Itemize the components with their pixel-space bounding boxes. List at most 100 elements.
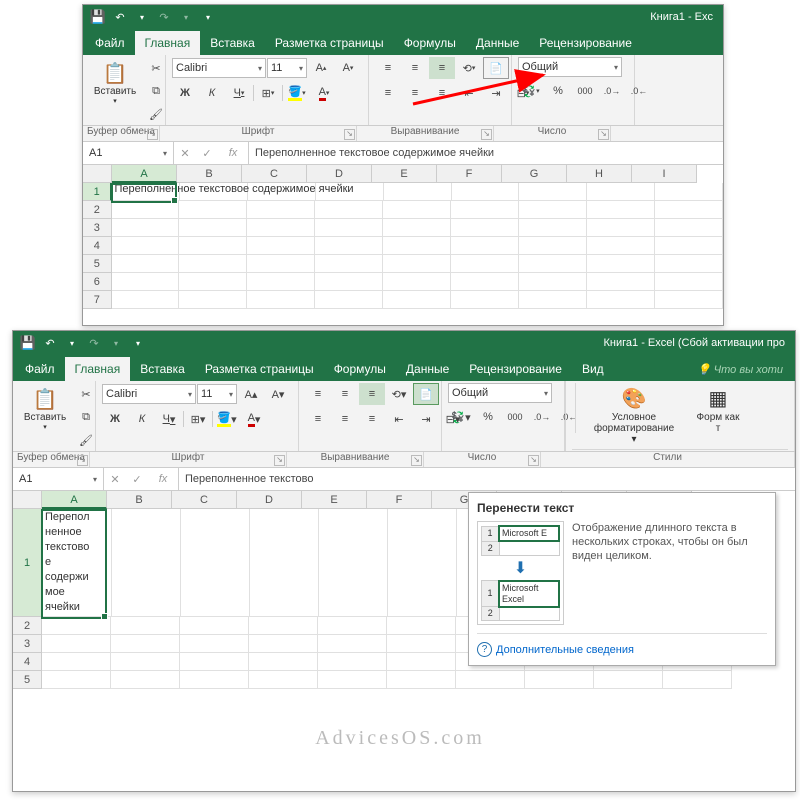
font-size-dropdown[interactable]: 11▾	[267, 58, 307, 78]
cell[interactable]	[519, 201, 587, 219]
tab-home[interactable]: Главная	[65, 357, 131, 381]
decrease-font-icon[interactable]: A▾	[335, 57, 361, 79]
col-header[interactable]: F	[367, 491, 432, 509]
cell[interactable]	[42, 653, 111, 671]
row-header[interactable]: 5	[13, 671, 42, 689]
select-all-corner[interactable]	[13, 491, 42, 509]
col-header[interactable]: G	[502, 165, 567, 183]
cell[interactable]	[383, 201, 451, 219]
launcher-icon[interactable]: ↘	[528, 455, 539, 466]
align-bottom-icon[interactable]: ≡	[429, 57, 455, 79]
cell[interactable]	[655, 291, 723, 309]
tab-home[interactable]: Главная	[135, 31, 201, 55]
align-center-icon[interactable]: ≡	[332, 408, 358, 430]
italic-button[interactable]: К	[199, 82, 225, 104]
cell[interactable]	[587, 219, 655, 237]
cell[interactable]	[655, 237, 723, 255]
cell[interactable]	[180, 653, 249, 671]
increase-font-icon[interactable]: A▴	[238, 383, 264, 405]
cell[interactable]	[387, 653, 456, 671]
cell[interactable]	[318, 635, 387, 653]
cell[interactable]	[112, 273, 180, 291]
cell[interactable]	[451, 291, 519, 309]
col-header[interactable]: C	[172, 491, 237, 509]
cell-a1[interactable]: Переполненное текстовое содержимое ячейк…	[112, 183, 180, 201]
decrease-indent-icon[interactable]: ⇤	[386, 408, 412, 430]
border-button[interactable]: ⊞▾	[255, 82, 281, 104]
tab-data[interactable]: Данные	[396, 357, 459, 381]
increase-font-icon[interactable]: A▴	[308, 57, 334, 79]
cell[interactable]	[318, 653, 387, 671]
cell[interactable]	[587, 183, 655, 201]
cell[interactable]	[387, 635, 456, 653]
cell[interactable]	[663, 671, 732, 689]
cell[interactable]	[315, 273, 383, 291]
align-bottom-icon[interactable]: ≡	[359, 383, 385, 405]
comma-icon[interactable]: 000	[502, 406, 528, 428]
bold-button[interactable]: Ж	[102, 408, 128, 430]
bold-button[interactable]: Ж	[172, 82, 198, 104]
cell[interactable]	[42, 671, 111, 689]
row-header[interactable]: 3	[83, 219, 112, 237]
cell[interactable]	[318, 617, 387, 635]
row-header[interactable]: 1	[13, 509, 43, 617]
save-icon[interactable]: 💾	[89, 8, 107, 26]
worksheet-grid[interactable]: A B C D E F G H I 1 Переполненное тексто…	[83, 165, 723, 315]
cell[interactable]	[519, 273, 587, 291]
tab-insert[interactable]: Вставка	[200, 31, 265, 55]
fill-color-button[interactable]: 🪣▾	[214, 408, 240, 430]
cell[interactable]	[112, 509, 181, 617]
tell-me[interactable]: 💡 Что вы хоти	[687, 358, 793, 381]
align-left-icon[interactable]: ≡	[375, 82, 401, 104]
undo-icon[interactable]: ↶	[41, 334, 59, 352]
tab-layout[interactable]: Разметка страницы	[195, 357, 324, 381]
row-header[interactable]: 4	[83, 237, 112, 255]
col-header[interactable]: H	[567, 165, 632, 183]
tab-data[interactable]: Данные	[466, 31, 529, 55]
cell[interactable]	[247, 237, 315, 255]
cell[interactable]	[655, 219, 723, 237]
align-left-icon[interactable]: ≡	[305, 408, 331, 430]
select-all-corner[interactable]	[83, 165, 112, 183]
name-box[interactable]: A1▾	[13, 468, 104, 490]
number-format-dropdown[interactable]: Общий▾	[448, 383, 552, 403]
cell[interactable]	[387, 617, 456, 635]
currency-icon[interactable]: 💱▾	[448, 406, 474, 428]
cell[interactable]	[315, 219, 383, 237]
launcher-icon[interactable]: ↘	[411, 455, 422, 466]
cell[interactable]	[247, 201, 315, 219]
cancel-icon[interactable]: ✕	[104, 473, 126, 486]
tab-file[interactable]: Файл	[15, 357, 65, 381]
cell[interactable]	[655, 273, 723, 291]
align-right-icon[interactable]: ≡	[359, 408, 385, 430]
redo-dropdown-icon[interactable]: ▾	[177, 8, 195, 26]
align-top-icon[interactable]: ≡	[305, 383, 331, 405]
enter-icon[interactable]: ✓	[196, 147, 218, 160]
cell[interactable]	[383, 237, 451, 255]
col-header[interactable]: I	[632, 165, 697, 183]
increase-indent-icon[interactable]: ⇥	[413, 408, 439, 430]
redo-icon[interactable]: ↷	[155, 8, 173, 26]
increase-decimal-icon[interactable]: .0→	[529, 406, 555, 428]
cell[interactable]	[451, 273, 519, 291]
cell[interactable]	[249, 671, 318, 689]
tab-view[interactable]: Вид	[572, 357, 614, 381]
tab-review[interactable]: Рецензирование	[529, 31, 642, 55]
launcher-icon[interactable]: ↘	[598, 129, 609, 140]
align-top-icon[interactable]: ≡	[375, 57, 401, 79]
cell[interactable]	[594, 671, 663, 689]
cell[interactable]	[587, 255, 655, 273]
cell[interactable]	[111, 671, 180, 689]
row-header[interactable]: 4	[13, 653, 42, 671]
qat-customize-icon[interactable]: ▾	[199, 8, 217, 26]
cell[interactable]	[519, 219, 587, 237]
align-right-icon[interactable]: ≡	[429, 82, 455, 104]
cell[interactable]	[519, 237, 587, 255]
col-header[interactable]: D	[237, 491, 302, 509]
row-header[interactable]: 3	[13, 635, 42, 653]
enter-icon[interactable]: ✓	[126, 473, 148, 486]
cell[interactable]	[451, 255, 519, 273]
border-button[interactable]: ⊞▾	[185, 408, 211, 430]
decrease-decimal-icon[interactable]: .0←	[626, 80, 652, 102]
align-center-icon[interactable]: ≡	[402, 82, 428, 104]
